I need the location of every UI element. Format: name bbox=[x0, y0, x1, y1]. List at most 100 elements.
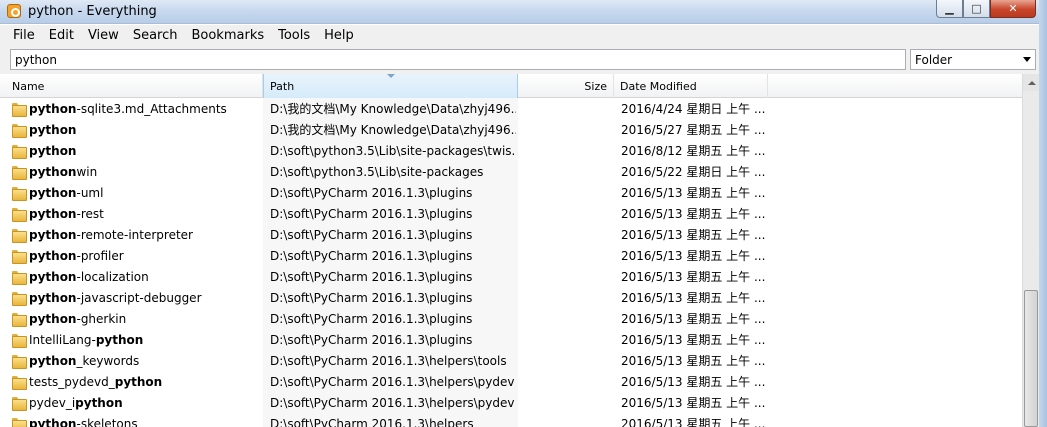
list-item[interactable]: python -rest D:\soft\PyCharm 2016.1.3\plug… bbox=[0, 203, 1022, 224]
name-match-highlight: python bbox=[75, 395, 123, 410]
menu-file[interactable]: File bbox=[6, 28, 42, 43]
file-name-cell: python -rest bbox=[12, 203, 260, 224]
path-cell: D:\soft\PyCharm 2016.1.3\helpers bbox=[270, 416, 474, 427]
search-input[interactable] bbox=[10, 49, 906, 70]
results-list: python -sqlite3.md_Attachments D:\我的文档\My … bbox=[0, 98, 1022, 427]
file-name-cell: pydev_i python bbox=[12, 392, 260, 413]
date-modified-cell: 2016/5/13 星期五 上午 ... bbox=[621, 333, 766, 347]
list-item[interactable]: python -javascript-debugger D:\soft\PyChar… bbox=[0, 287, 1022, 308]
name-match-highlight: python bbox=[29, 185, 77, 200]
folder-icon bbox=[12, 144, 27, 159]
close-button[interactable]: ✕ bbox=[990, 0, 1036, 18]
window-title: python - Everything bbox=[28, 4, 157, 19]
folder-icon bbox=[12, 249, 27, 264]
path-cell: D:\soft\PyCharm 2016.1.3\plugins bbox=[270, 248, 473, 263]
date-modified-cell: 2016/8/12 星期五 上午 ... bbox=[621, 144, 766, 158]
folder-icon bbox=[12, 312, 27, 327]
menu-search[interactable]: Search bbox=[126, 28, 185, 43]
file-name-cell: python -skeletons bbox=[12, 413, 260, 427]
name-match-highlight: python bbox=[29, 164, 77, 179]
everything-app-icon bbox=[7, 4, 21, 18]
list-item[interactable]: python -sqlite3.md_Attachments D:\我的文档\My … bbox=[0, 98, 1022, 119]
menu-edit[interactable]: Edit bbox=[42, 28, 81, 43]
name-match-highlight: python bbox=[29, 248, 77, 263]
list-item[interactable]: python D:\soft\python3.5\Lib\site-package… bbox=[0, 140, 1022, 161]
list-item[interactable]: python D:\我的文档\My Knowledge\Data\zhyj496.… bbox=[0, 119, 1022, 140]
path-cell: D:\soft\PyCharm 2016.1.3\plugins bbox=[270, 269, 473, 284]
name-match-highlight: python bbox=[29, 143, 77, 158]
menu-tools[interactable]: Tools bbox=[271, 28, 317, 43]
date-modified-cell: 2016/5/22 星期日 上午 ... bbox=[621, 165, 766, 179]
filter-dropdown[interactable]: Folder bbox=[910, 49, 1036, 70]
name-suffix: -uml bbox=[76, 185, 104, 200]
folder-icon bbox=[12, 354, 27, 369]
menu-help[interactable]: Help bbox=[317, 28, 361, 43]
path-cell: D:\soft\PyCharm 2016.1.3\helpers\pydev bbox=[270, 395, 515, 410]
name-prefix: IntelliLang- bbox=[29, 332, 96, 347]
date-modified-cell: 2016/5/13 星期五 上午 ... bbox=[621, 354, 766, 368]
sort-indicator-icon bbox=[387, 74, 395, 78]
list-item[interactable]: python -gherkin D:\soft\PyCharm 2016.1.3\p… bbox=[0, 308, 1022, 329]
name-suffix: -profiler bbox=[76, 248, 124, 263]
list-item[interactable]: python -skeletons D:\soft\PyCharm 2016.1.3… bbox=[0, 413, 1022, 427]
list-item[interactable]: python -uml D:\soft\PyCharm 2016.1.3\plugi… bbox=[0, 182, 1022, 203]
vertical-scrollbar[interactable] bbox=[1022, 74, 1040, 427]
folder-icon bbox=[12, 333, 27, 348]
file-name-cell: python -javascript-debugger bbox=[12, 287, 260, 308]
file-name-cell: python win bbox=[12, 161, 260, 182]
filter-selected-value: Folder bbox=[915, 52, 953, 67]
name-suffix: -skeletons bbox=[76, 416, 138, 427]
name-suffix: -gherkin bbox=[76, 311, 127, 326]
file-name-cell: python -uml bbox=[12, 182, 260, 203]
list-item[interactable]: python -profiler D:\soft\PyCharm 2016.1.3\… bbox=[0, 245, 1022, 266]
name-match-highlight: python bbox=[29, 416, 77, 427]
list-item[interactable]: python _keywords D:\soft\PyCharm 2016.1.3\… bbox=[0, 350, 1022, 371]
path-cell: D:\soft\PyCharm 2016.1.3\plugins bbox=[270, 227, 473, 242]
list-item[interactable]: python -localization D:\soft\PyCharm 2016.… bbox=[0, 266, 1022, 287]
list-item[interactable]: tests_pydevd_ python D:\soft\PyCharm 2016.… bbox=[0, 371, 1022, 392]
column-headers: Name Path Size Date Modified bbox=[0, 74, 1022, 98]
file-name-cell: python -sqlite3.md_Attachments bbox=[12, 98, 260, 119]
column-header-name[interactable]: Name bbox=[6, 74, 263, 98]
folder-icon bbox=[12, 123, 27, 138]
list-item[interactable]: pydev_i python D:\soft\PyCharm 2016.1.3\he… bbox=[0, 392, 1022, 413]
file-name-cell: python _keywords bbox=[12, 350, 260, 371]
folder-icon bbox=[12, 396, 27, 411]
search-bar: Folder bbox=[0, 46, 1047, 74]
scrollbar-thumb[interactable] bbox=[1024, 290, 1038, 427]
date-modified-cell: 2016/5/13 星期五 上午 ... bbox=[621, 186, 766, 200]
scroll-up-arrow-icon[interactable] bbox=[1023, 74, 1040, 91]
menu-bookmarks[interactable]: Bookmarks bbox=[184, 28, 271, 43]
list-item[interactable]: IntelliLang-python D:\soft\PyCharm 2016.1… bbox=[0, 329, 1022, 350]
list-item[interactable]: python win D:\soft\python3.5\Lib\site-pack… bbox=[0, 161, 1022, 182]
path-cell: D:\soft\PyCharm 2016.1.3\plugins bbox=[270, 311, 473, 326]
folder-icon bbox=[12, 270, 27, 285]
name-match-highlight: python bbox=[29, 269, 77, 284]
name-match-highlight: python bbox=[29, 227, 77, 242]
column-header-size[interactable]: Size bbox=[518, 74, 614, 98]
menu-view[interactable]: View bbox=[81, 28, 126, 43]
file-name-cell: python -remote-interpreter bbox=[12, 224, 260, 245]
chevron-down-icon bbox=[1023, 57, 1031, 62]
folder-icon bbox=[12, 186, 27, 201]
minimize-button[interactable]: ▁ bbox=[936, 0, 963, 18]
name-suffix: -sqlite3.md_Attachments bbox=[76, 101, 227, 116]
file-name-cell: IntelliLang-python bbox=[12, 329, 260, 350]
date-modified-cell: 2016/5/13 星期五 上午 ... bbox=[621, 249, 766, 263]
file-name-cell: python bbox=[12, 140, 260, 161]
file-name-cell: python bbox=[12, 119, 260, 140]
list-item[interactable]: python -remote-interpreter D:\soft\PyCharm… bbox=[0, 224, 1022, 245]
name-prefix: pydev_i bbox=[29, 395, 76, 410]
file-name-cell: python -profiler bbox=[12, 245, 260, 266]
folder-icon bbox=[12, 291, 27, 306]
path-cell: D:\soft\PyCharm 2016.1.3\plugins bbox=[270, 206, 473, 221]
column-header-date-modified[interactable]: Date Modified bbox=[614, 74, 768, 98]
name-suffix: -rest bbox=[76, 206, 104, 221]
name-suffix: win bbox=[76, 164, 98, 179]
path-cell: D:\soft\python3.5\Lib\site-packages bbox=[270, 164, 484, 179]
path-cell: D:\soft\PyCharm 2016.1.3\plugins bbox=[270, 185, 473, 200]
file-name-cell: tests_pydevd_ python bbox=[12, 371, 260, 392]
maximize-button[interactable]: □ bbox=[963, 0, 990, 18]
name-match-highlight: python bbox=[29, 206, 77, 221]
name-suffix: -remote-interpreter bbox=[76, 227, 193, 242]
